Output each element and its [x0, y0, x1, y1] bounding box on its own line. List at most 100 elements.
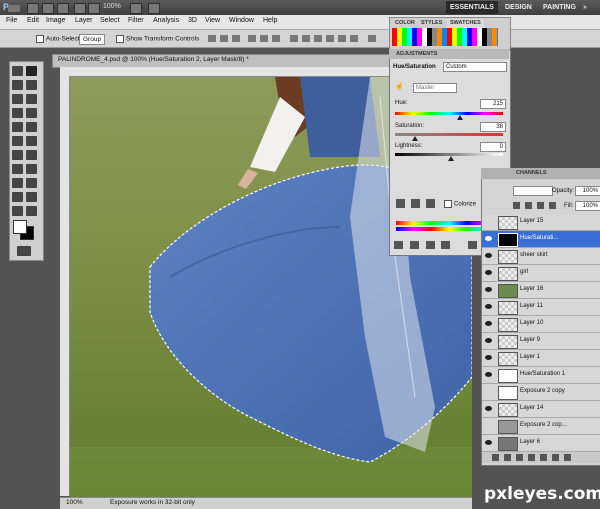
- workspace-design[interactable]: DESIGN: [501, 1, 536, 14]
- move-tool-preset-icon[interactable]: [8, 5, 20, 12]
- shape-tool-icon[interactable]: [26, 178, 37, 188]
- hand-tool-icon-panel[interactable]: [12, 206, 23, 216]
- distribute-top-icon[interactable]: [290, 35, 298, 42]
- vertical-ruler[interactable]: [60, 76, 70, 496]
- menu-analysis[interactable]: Analysis: [153, 17, 179, 24]
- align-hcenter-icon[interactable]: [260, 35, 268, 42]
- lasso-tool-icon[interactable]: [12, 80, 23, 90]
- layer-row[interactable]: Layer 14: [482, 401, 600, 418]
- auto-align-icon[interactable]: [368, 35, 376, 42]
- lock-transparent-icon[interactable]: [513, 202, 520, 209]
- tab-swatches[interactable]: SWATCHES: [447, 19, 484, 28]
- eye-icon[interactable]: [485, 321, 492, 326]
- channel-dropdown[interactable]: Master: [413, 83, 457, 93]
- blur-tool-icon[interactable]: [12, 150, 23, 160]
- move-tool-icon[interactable]: [26, 66, 37, 76]
- eyedropper-minus-icon[interactable]: [426, 199, 435, 208]
- foreground-color-swatch[interactable]: [13, 220, 27, 234]
- marquee-tool-icon[interactable]: [12, 66, 23, 76]
- eye-icon[interactable]: [485, 253, 492, 258]
- eye-icon[interactable]: [485, 406, 492, 411]
- history-brush-tool-icon[interactable]: [26, 122, 37, 132]
- crop-tool-icon[interactable]: [12, 94, 23, 104]
- swatch-grid[interactable]: [392, 28, 498, 46]
- eye-icon[interactable]: [485, 287, 492, 292]
- clip-layer-icon[interactable]: [426, 241, 435, 249]
- align-right-icon[interactable]: [272, 35, 280, 42]
- eye-icon[interactable]: [485, 355, 492, 360]
- status-zoom[interactable]: 100%: [66, 499, 83, 506]
- expand-view-icon[interactable]: [410, 241, 419, 249]
- link-layers-icon[interactable]: [492, 454, 499, 461]
- auto-select-target-dropdown[interactable]: Group: [79, 34, 106, 45]
- menu-edit[interactable]: Edit: [27, 17, 39, 24]
- menu-select[interactable]: Select: [100, 17, 119, 24]
- layer-row[interactable]: Layer 11: [482, 299, 600, 316]
- distribute-hcenter-icon[interactable]: [338, 35, 346, 42]
- align-bottom-icon[interactable]: [232, 35, 240, 42]
- saturation-value[interactable]: 38: [480, 122, 506, 132]
- zoom-level[interactable]: 100%: [103, 3, 121, 10]
- lightness-value[interactable]: 0: [480, 142, 506, 152]
- eyedropper-icon[interactable]: [396, 199, 405, 208]
- hue-value[interactable]: 215: [480, 99, 506, 109]
- colorize-checkbox[interactable]: Colorize: [444, 200, 476, 208]
- workspace-painting[interactable]: PAINTING: [539, 1, 580, 14]
- 3d-orbit-tool-icon[interactable]: [26, 192, 37, 202]
- layer-row[interactable]: Layer 15: [482, 214, 600, 231]
- eraser-tool-icon[interactable]: [12, 136, 23, 146]
- layer-row[interactable]: Hue/Saturati...: [482, 231, 600, 248]
- opacity-field[interactable]: 100%: [575, 186, 600, 196]
- lock-paint-icon[interactable]: [525, 202, 532, 209]
- saturation-slider-thumb[interactable]: [412, 136, 418, 141]
- layer-row[interactable]: Layer 16: [482, 282, 600, 299]
- menu-view[interactable]: View: [205, 17, 220, 24]
- layer-row[interactable]: sheer skirt: [482, 248, 600, 265]
- new-layer-icon[interactable]: [552, 454, 559, 461]
- lock-position-icon[interactable]: [537, 202, 544, 209]
- layer-row[interactable]: Layer 1: [482, 350, 600, 367]
- eyedropper-plus-icon[interactable]: [411, 199, 420, 208]
- screen-mode-icon[interactable]: [148, 3, 160, 14]
- blend-mode-dropdown[interactable]: [513, 186, 553, 196]
- brush-tool-icon[interactable]: [26, 108, 37, 118]
- healing-brush-tool-icon[interactable]: [12, 108, 23, 118]
- dodge-tool-icon[interactable]: [26, 150, 37, 160]
- menu-window[interactable]: Window: [229, 17, 254, 24]
- fill-field[interactable]: 100%: [575, 201, 600, 211]
- 3d-rotate-tool-icon[interactable]: [12, 192, 23, 202]
- visibility-icon[interactable]: [441, 241, 450, 249]
- align-left-icon[interactable]: [248, 35, 256, 42]
- zoom-tool-icon[interactable]: [88, 3, 100, 14]
- new-group-icon[interactable]: [540, 454, 547, 461]
- quick-mask-icon[interactable]: [17, 246, 31, 256]
- eye-icon[interactable]: [485, 372, 492, 377]
- pen-tool-icon[interactable]: [12, 164, 23, 174]
- menu-layer[interactable]: Layer: [75, 17, 93, 24]
- type-tool-icon[interactable]: [26, 164, 37, 174]
- distribute-bottom-icon[interactable]: [314, 35, 322, 42]
- eye-icon[interactable]: [485, 236, 492, 241]
- workspace-more[interactable]: »: [579, 1, 591, 14]
- distribute-left-icon[interactable]: [326, 35, 334, 42]
- clone-stamp-tool-icon[interactable]: [12, 122, 23, 132]
- tab-adjustments[interactable]: ADJUSTMENTS: [393, 50, 440, 59]
- layer-row[interactable]: Hue/Saturation 1: [482, 367, 600, 384]
- eye-icon[interactable]: [485, 440, 492, 445]
- preset-dropdown[interactable]: Custom: [443, 62, 507, 72]
- layer-row[interactable]: Exposure 2 copy: [482, 384, 600, 401]
- menu-file[interactable]: File: [6, 17, 17, 24]
- hue-slider-thumb[interactable]: [457, 115, 463, 120]
- workspace-essentials[interactable]: ESSENTIALS: [446, 1, 498, 14]
- gradient-tool-icon[interactable]: [26, 136, 37, 146]
- eye-icon[interactable]: [485, 304, 492, 309]
- eye-icon[interactable]: [485, 270, 492, 275]
- layer-row[interactable]: Layer 10: [482, 316, 600, 333]
- view-extras-icon[interactable]: [57, 3, 69, 14]
- layer-style-icon[interactable]: [504, 454, 511, 461]
- zoom-tool-icon-panel[interactable]: [26, 206, 37, 216]
- path-selection-tool-icon[interactable]: [12, 178, 23, 188]
- mini-bridge-icon[interactable]: [42, 3, 54, 14]
- tab-color[interactable]: COLOR: [392, 19, 418, 28]
- arrange-documents-icon[interactable]: [130, 3, 142, 14]
